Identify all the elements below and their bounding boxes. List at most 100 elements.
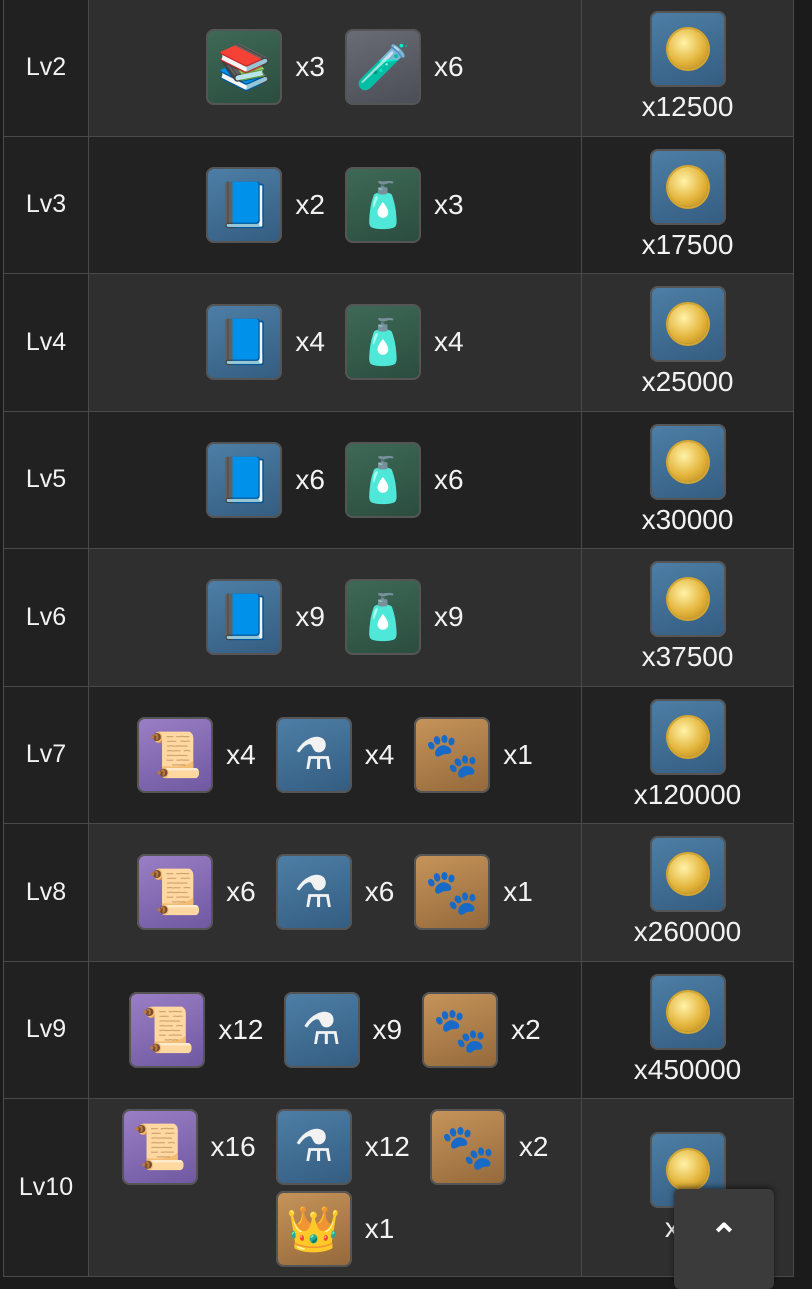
mora-cell: x30000 — [581, 410, 794, 549]
mora-amount: x17500 — [641, 228, 734, 260]
materials-cell: 📘 x9 🧴 x9 — [88, 548, 582, 687]
materials-cell: 📘 x2 🧴 x3 — [88, 135, 582, 274]
materials-cell: 📚 x3 🧪 x6 — [88, 0, 582, 137]
essence-icon: 🧴 — [345, 304, 421, 381]
material-item: 📜 x16 — [121, 1108, 256, 1185]
elixir-icon: ⚗ — [283, 991, 360, 1068]
mora-coin-icon — [649, 286, 726, 363]
material-quantity: x16 — [210, 1130, 256, 1162]
boss-claw-icon: 🐾 — [414, 716, 491, 793]
material-quantity: x1 — [503, 738, 533, 770]
table-row: Lv7 📜 x4 ⚗ x4 🐾 x1 x120000 — [3, 685, 794, 824]
chevron-up-icon: ⌃ — [709, 1218, 739, 1256]
mora-coin-icon — [649, 973, 726, 1050]
mora-amount: x25000 — [641, 366, 734, 398]
boss-claw-icon: 🐾 — [414, 854, 491, 931]
materials-cell: 📜 x12 ⚗ x9 🐾 x2 — [88, 960, 582, 1099]
material-item: 🐾 x1 — [414, 854, 533, 931]
mora-cell: x37500 — [581, 548, 794, 687]
table-row: Lv6 📘 x9 🧴 x9 x37500 — [3, 548, 794, 687]
essence-icon: 🧴 — [345, 166, 421, 243]
table-row: Lv3 📘 x2 🧴 x3 x17500 — [3, 135, 794, 274]
mora-amount: x450000 — [633, 1053, 742, 1085]
materials-cell: 📜 x6 ⚗ x6 🐾 x1 — [88, 823, 582, 962]
mora-coin-icon — [649, 11, 726, 88]
level-label: Lv4 — [3, 273, 89, 412]
material-quantity: x9 — [434, 601, 464, 633]
material-item: 📜 x12 — [129, 991, 264, 1068]
material-quantity: x6 — [364, 876, 395, 908]
guide-book-icon: 📘 — [206, 166, 283, 243]
table-row: Lv9 📜 x12 ⚗ x9 🐾 x2 x450000 — [3, 960, 794, 1099]
material-quantity: x4 — [434, 326, 464, 358]
guide-book-icon: 📘 — [206, 441, 283, 518]
material-quantity: x12 — [364, 1130, 410, 1162]
mora-amount: x120000 — [633, 778, 742, 810]
material-quantity: x1 — [364, 1212, 395, 1244]
mora-cell: x120000 — [581, 685, 794, 824]
material-item: ⚗ x12 — [275, 1108, 410, 1185]
mora-coin-icon — [649, 561, 726, 638]
material-item: 👑 x1 — [275, 1190, 395, 1267]
table-row: Lv5 📘 x6 🧴 x6 x30000 — [3, 410, 794, 549]
material-quantity: x4 — [295, 326, 325, 358]
materials-cell: 📘 x4 🧴 x4 — [88, 273, 582, 412]
material-quantity: x1 — [503, 876, 533, 908]
mora-cell: x25000 — [581, 273, 794, 412]
material-item: 📘 x6 — [206, 441, 325, 518]
level-label: Lv6 — [3, 548, 89, 687]
material-quantity: x4 — [364, 738, 395, 770]
level-label: Lv8 — [3, 823, 89, 962]
scroll-to-top-button[interactable]: ⌃ — [674, 1189, 774, 1289]
materials-cell: 📘 x6 🧴 x6 — [88, 410, 582, 549]
philosophies-book-icon: 📜 — [137, 854, 214, 931]
material-quantity: x12 — [218, 1013, 264, 1045]
materials-cell: 📜 x4 ⚗ x4 🐾 x1 — [88, 685, 582, 824]
mora-amount: x37500 — [641, 641, 734, 673]
level-label: Lv3 — [3, 135, 89, 274]
material-item: 📜 x4 — [137, 716, 256, 793]
teachings-book-icon: 📚 — [206, 29, 283, 106]
material-quantity: x6 — [434, 51, 464, 83]
material-item: 🧴 x4 — [345, 304, 464, 381]
material-item: 📜 x6 — [137, 854, 256, 931]
materials-cell: 📜 x16 ⚗ x12 🐾 x2 👑 x1 — [88, 1098, 582, 1277]
material-quantity: x6 — [295, 463, 325, 495]
level-label: Lv10 — [3, 1098, 89, 1277]
talent-material-table: Lv2 📚 x3 🧪 x6 x12500 Lv3 📘 x2 🧴 x3 x17500 Lv4 📘 x4 🧴 x4 x… — [3, 0, 794, 1277]
material-item: 📚 x3 — [206, 29, 325, 106]
material-item: 🐾 x2 — [429, 1108, 549, 1185]
material-quantity: x9 — [295, 601, 325, 633]
essence-icon: 🧴 — [345, 579, 421, 656]
level-label: Lv5 — [3, 410, 89, 549]
potion-bottle-icon: 🧪 — [345, 29, 421, 106]
philosophies-book-icon: 📜 — [137, 716, 214, 793]
material-item: ⚗ x9 — [283, 991, 402, 1068]
crown-icon: 👑 — [275, 1190, 352, 1267]
mora-coin-icon — [649, 698, 726, 775]
material-quantity: x2 — [518, 1130, 549, 1162]
mora-amount: x12500 — [641, 91, 734, 123]
essence-icon: 🧴 — [345, 441, 421, 518]
material-item: 🐾 x1 — [414, 716, 533, 793]
material-item: 📘 x9 — [206, 579, 325, 656]
mora-cell: x450000 — [581, 960, 794, 1099]
table-row: Lv2 📚 x3 🧪 x6 x12500 — [3, 0, 794, 137]
material-quantity: x3 — [295, 51, 325, 83]
material-quantity: x3 — [434, 188, 464, 220]
material-quantity: x2 — [511, 1013, 541, 1045]
material-item: 📘 x2 — [206, 166, 325, 243]
material-item: 🧴 x3 — [345, 166, 464, 243]
mora-coin-icon — [649, 836, 726, 913]
material-item: ⚗ x6 — [275, 854, 395, 931]
mora-amount: x30000 — [641, 503, 734, 535]
boss-claw-icon: 🐾 — [429, 1108, 506, 1185]
elixir-icon: ⚗ — [275, 854, 352, 931]
material-quantity: x6 — [226, 876, 256, 908]
material-quantity: x2 — [295, 188, 325, 220]
elixir-icon: ⚗ — [275, 1108, 352, 1185]
material-item: 🧪 x6 — [345, 29, 464, 106]
mora-cell: x17500 — [581, 135, 794, 274]
material-item: 🧴 x6 — [345, 441, 464, 518]
table-row: Lv8 📜 x6 ⚗ x6 🐾 x1 x260000 — [3, 823, 794, 962]
